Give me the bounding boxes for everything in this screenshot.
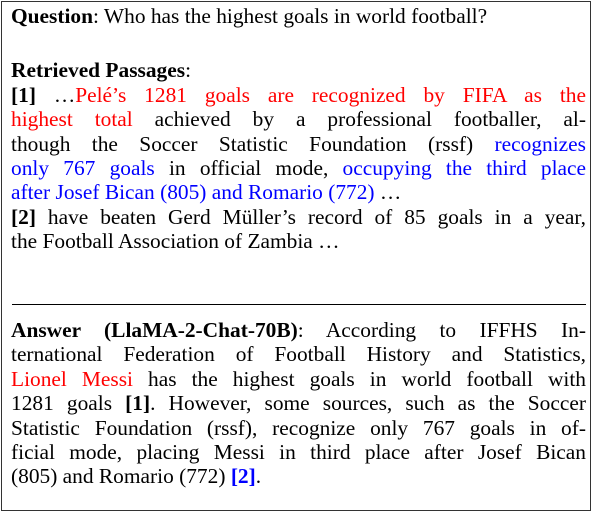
passage-1-line-4: only 767 goals in official mode, occupyi… [11, 156, 586, 180]
passage-1-line-1: [1] …Pelé’s 1281 goals are recognized by… [11, 83, 586, 107]
highlight-blue-text: occupying the third place [342, 155, 586, 180]
question-and-passages: Question: Who has the highest goals in w… [11, 4, 586, 254]
passage-1-line-3: though the Soccer Statistic Foundation (… [11, 132, 586, 156]
answer-line-2: ternational Federation of Football Histo… [11, 342, 586, 366]
highlight-blue-text: recognizes [494, 131, 586, 156]
answer-line-6: ficial mode, placing Messi in third plac… [11, 440, 586, 464]
highlight-red-text: Pelé’s 1281 goals are recognized by FIFA… [75, 82, 586, 107]
ellipsis: … [35, 82, 76, 107]
passage-2-line-1: [2] have beaten Gerd Müller’s record of … [11, 205, 586, 229]
citation-2: [2] [11, 204, 36, 229]
question-text: Who has the highest goals in world footb… [98, 4, 488, 28]
question-label: Question [11, 4, 94, 28]
passages-label: Retrieved Passages [11, 58, 186, 83]
question-line: Question: Who has the highest goals in w… [11, 4, 586, 28]
answer-line-5: Statistic Foundation (rssf), recognize o… [11, 416, 586, 440]
passage-2-line-2: the Football Association of Zambia … [11, 229, 586, 253]
answer-text: has the highest goals in world football … [132, 366, 586, 391]
passage-text: though the Soccer Statistic Foundation (… [11, 131, 495, 156]
separator-line [12, 304, 586, 305]
answer-text: . [255, 464, 262, 489]
passage-text: achieved by a professional footballer, a… [132, 107, 586, 132]
answer-line-1: Answer (LlaMA-2-Chat-70B): According to … [11, 318, 586, 342]
citation-1: [1] [125, 391, 151, 416]
answer-block: Answer (LlaMA-2-Chat-70B): According to … [11, 318, 586, 489]
answer-text: Statistic Foundation (rssf), recognize o… [11, 415, 586, 440]
passage-text: in official mode, [154, 155, 343, 180]
passage-1-line-2: highest total achieved by a professional… [11, 107, 586, 131]
passage-text: the Football Association of Zambia … [11, 229, 340, 254]
answer-label: Answer (LlaMA-2-Chat-70B) [11, 318, 298, 342]
answer-line-7: (805) and Romario (772) [2]. [11, 464, 586, 488]
answer-line-4: 1281 goals [1]. However, some sources, s… [11, 391, 586, 415]
passage-1-line-5: after Josef Bican (805) and Romario (772… [11, 180, 586, 204]
example-box: Question: Who has the highest goals in w… [1, 1, 591, 511]
highlight-blue-text: after Josef Bican (805) and Romario (772… [11, 180, 375, 205]
citation-2: [2] [230, 464, 256, 489]
answer-text: . However, some sources, such as the Soc… [150, 391, 586, 416]
passage-text: have beaten Gerd Müller’s record of 85 g… [35, 204, 586, 229]
answer-text: ficial mode, placing Messi in third plac… [11, 439, 586, 464]
answer-text: According to IFFHS In- [303, 318, 586, 342]
passage-text: … [374, 180, 402, 205]
highlight-blue-text: only 767 goals [11, 155, 155, 180]
highlight-red-text: highest total [11, 107, 133, 132]
passages-colon: : [185, 58, 192, 83]
citation-1: [1] [11, 82, 36, 107]
answer-text: ternational Federation of Football Histo… [11, 342, 586, 367]
answer-text: 1281 goals [11, 391, 126, 416]
passages-heading: Retrieved Passages: [11, 58, 586, 82]
answer-line-3: Lionel Messi has the highest goals in wo… [11, 367, 586, 391]
answer-text: (805) and Romario (772) [11, 464, 231, 489]
highlight-red-text: Lionel Messi [11, 366, 133, 391]
